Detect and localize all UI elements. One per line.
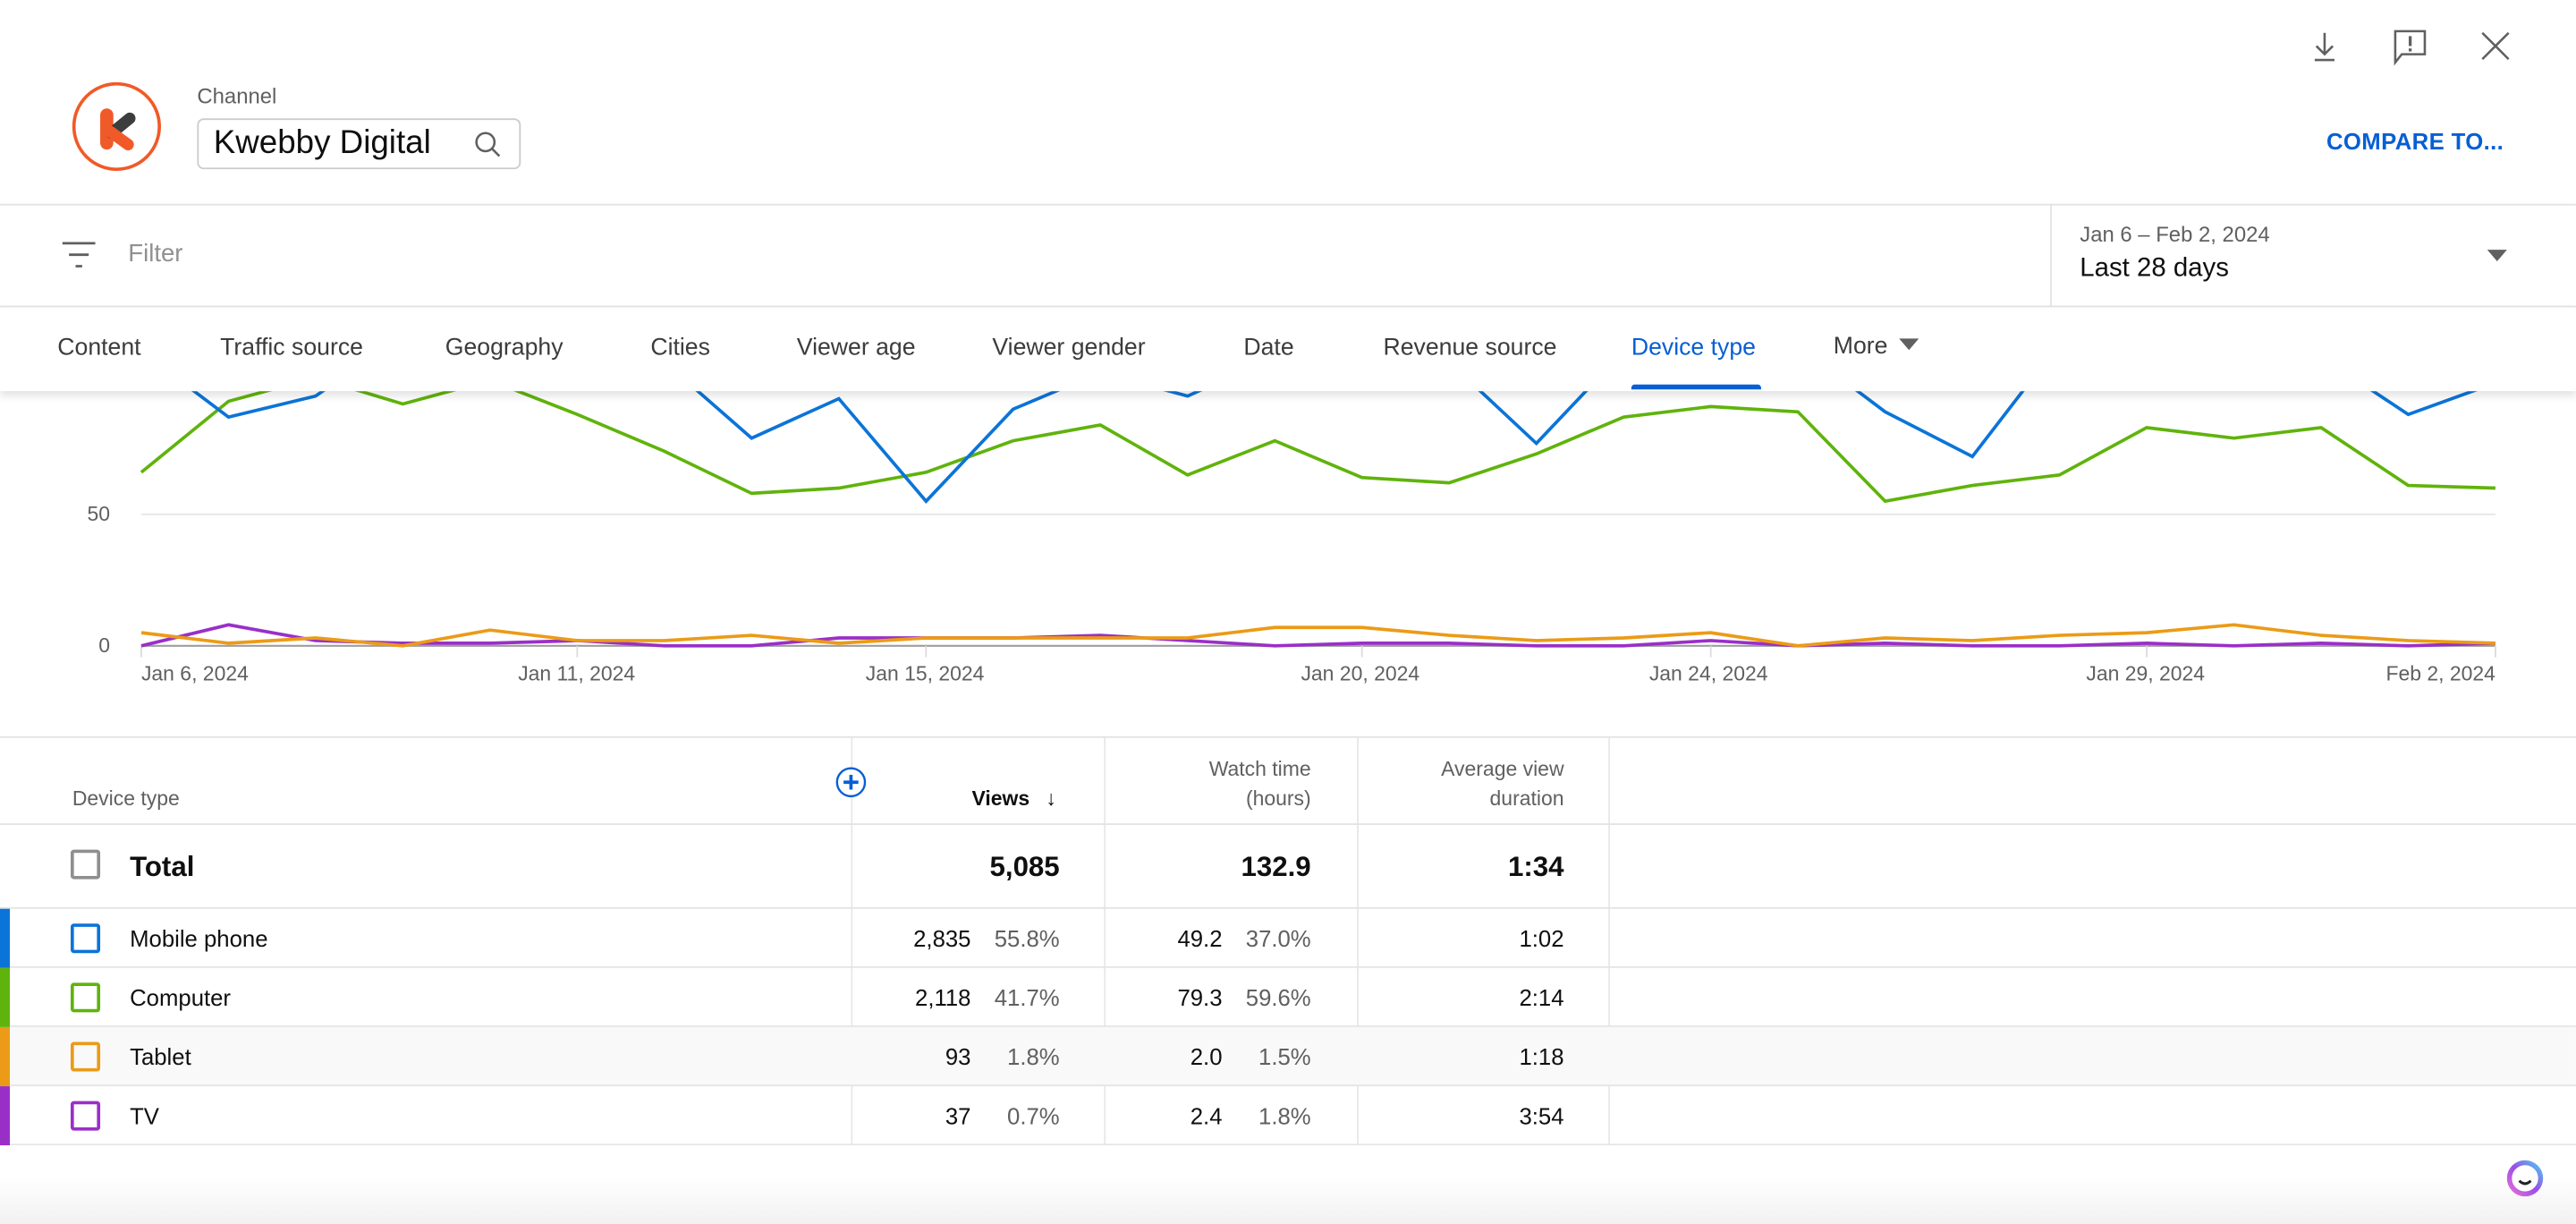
series-color-bar <box>0 908 11 968</box>
views-percent: 55.8% <box>994 925 1060 952</box>
series-color-bar <box>0 1086 11 1146</box>
views-percent: 0.7% <box>1007 1102 1060 1129</box>
series-line-computer <box>140 391 2496 504</box>
device-name: Mobile phone <box>130 925 268 952</box>
watch-time-percent: 1.8% <box>1258 1102 1311 1129</box>
row-checkbox[interactable] <box>70 1101 101 1131</box>
avg-duration-value: 3:54 <box>1519 1102 1564 1129</box>
tab-more-label: More <box>1833 333 1888 361</box>
close-icon[interactable] <box>2476 26 2515 65</box>
tab-viewer-age[interactable]: Viewer age <box>797 336 916 361</box>
row-checkbox[interactable] <box>70 1041 101 1072</box>
tab-device-type[interactable]: Device type <box>1631 336 1756 361</box>
dialog-bottom <box>0 1145 2576 1224</box>
channel-logo <box>72 81 161 172</box>
avg-duration-value: 2:14 <box>1519 984 1564 1011</box>
row-checkbox[interactable] <box>70 923 101 954</box>
filter-icon[interactable] <box>61 240 97 269</box>
watch-time-value: 2.4 <box>1190 1102 1223 1129</box>
x-tick-label: Jan 15, 2024 <box>866 661 985 684</box>
date-preset: Last 28 days <box>2080 254 2229 283</box>
x-tick-label: Jan 24, 2024 <box>1649 661 1768 684</box>
x-tick-label: Jan 11, 2024 <box>518 661 635 684</box>
download-icon[interactable] <box>2305 26 2344 65</box>
total-views: 5,085 <box>989 851 1060 883</box>
table-row[interactable]: TV 37 0.7% 2.4 1.8% 3:54 <box>0 1086 2576 1146</box>
total-label: Total <box>130 851 195 883</box>
caret-down-icon <box>1899 338 1919 351</box>
x-tick-label: Jan 20, 2024 <box>1301 661 1419 684</box>
row-checkbox[interactable] <box>70 982 101 1013</box>
device-type-line-chart: 50 0 Jan 6, 2024 Jan 11, 2024 Jan 15, 20… <box>88 391 2496 684</box>
watch-time-value: 2.0 <box>1190 1043 1223 1070</box>
table-row[interactable]: Tablet 93 1.8% 2.0 1.5% 1:18 <box>0 1026 2576 1087</box>
y-tick-label: 50 <box>88 502 111 525</box>
divider <box>0 823 2576 826</box>
series-color-bar <box>0 1026 11 1087</box>
channel-search-input[interactable]: Kwebby Digital <box>197 118 521 170</box>
feedback-icon[interactable] <box>2390 26 2429 66</box>
watch-time-label: Watch time <box>1208 757 1311 781</box>
column-header-avg-view-duration[interactable]: Average view duration <box>1441 754 1563 813</box>
dropdown-caret-icon <box>2487 250 2507 262</box>
series-color-bar <box>0 967 11 1027</box>
tab-content[interactable]: Content <box>57 336 140 361</box>
compare-to-button[interactable]: COMPARE TO... <box>2326 128 2504 154</box>
analytics-dialog: Channel Kwebby Digital COMPARE TO... Fil… <box>0 0 2576 1224</box>
device-name: Tablet <box>130 1043 191 1070</box>
divider <box>0 735 2576 738</box>
views-value: 37 <box>945 1102 971 1129</box>
watch-time-percent: 59.6% <box>1245 984 1311 1011</box>
x-tick-label: Feb 2, 2024 <box>2386 661 2496 684</box>
views-percent: 1.8% <box>1007 1043 1060 1070</box>
tab-traffic-source[interactable]: Traffic source <box>220 336 363 361</box>
column-header-device-type: Device type <box>72 786 180 811</box>
avg-label-line2: duration <box>1489 786 1564 811</box>
views-value: 93 <box>945 1043 971 1070</box>
tab-cities[interactable]: Cities <box>650 336 710 361</box>
date-range-picker[interactable]: Jan 6 – Feb 2, 2024 Last 28 days <box>2050 205 2576 306</box>
add-metric-icon[interactable] <box>835 766 868 799</box>
channel-name: Kwebby Digital <box>213 124 431 161</box>
avg-duration-value: 1:18 <box>1519 1043 1564 1070</box>
channel-label: Channel <box>197 83 277 109</box>
tab-more[interactable]: More <box>1834 334 1919 360</box>
watch-time-percent: 1.5% <box>1258 1043 1311 1070</box>
active-tab-indicator <box>1631 384 1761 390</box>
device-name: TV <box>130 1102 159 1129</box>
views-percent: 41.7% <box>994 984 1060 1011</box>
tab-geography[interactable]: Geography <box>445 336 564 361</box>
tab-date[interactable]: Date <box>1243 336 1293 361</box>
search-icon[interactable] <box>473 130 503 159</box>
views-label: Views <box>971 786 1030 811</box>
x-tick-label: Jan 6, 2024 <box>141 661 249 684</box>
table-row[interactable]: Computer 2,118 41.7% 79.3 59.6% 2:14 <box>0 967 2576 1027</box>
avg-duration-value: 1:02 <box>1519 925 1564 952</box>
watch-time-value: 49.2 <box>1177 925 1223 952</box>
column-header-watch-time[interactable]: Watch time (hours) <box>1209 754 1311 813</box>
views-value: 2,118 <box>915 984 971 1011</box>
sort-arrow-icon: ↓ <box>1046 786 1056 811</box>
total-avg-duration: 1:34 <box>1508 851 1564 883</box>
avg-label-line1: Average view <box>1441 757 1564 781</box>
views-value: 2,835 <box>913 925 971 952</box>
watch-time-percent: 37.0% <box>1245 925 1311 952</box>
column-header-views[interactable]: Views ↓ <box>971 784 1056 813</box>
watch-time-unit: (hours) <box>1245 786 1311 811</box>
tab-revenue-source[interactable]: Revenue source <box>1384 336 1557 361</box>
total-watch-time: 132.9 <box>1241 851 1311 883</box>
date-range: Jan 6 – Feb 2, 2024 <box>2080 221 2270 247</box>
dimension-tabs: Content Traffic source Geography Cities … <box>0 307 2576 392</box>
series-line-mobile-phone <box>191 391 2478 504</box>
table-row[interactable]: Mobile phone 2,835 55.8% 49.2 37.0% 1:02 <box>0 908 2576 968</box>
filter-input[interactable]: Filter <box>128 240 182 268</box>
total-checkbox[interactable] <box>70 849 101 880</box>
device-name: Computer <box>130 984 231 1011</box>
tab-viewer-gender[interactable]: Viewer gender <box>992 336 1145 361</box>
y-tick-label: 0 <box>98 633 110 657</box>
watch-time-value: 79.3 <box>1177 984 1223 1011</box>
assistant-icon[interactable] <box>2504 1157 2546 1200</box>
x-tick-label: Jan 29, 2024 <box>2086 661 2205 684</box>
